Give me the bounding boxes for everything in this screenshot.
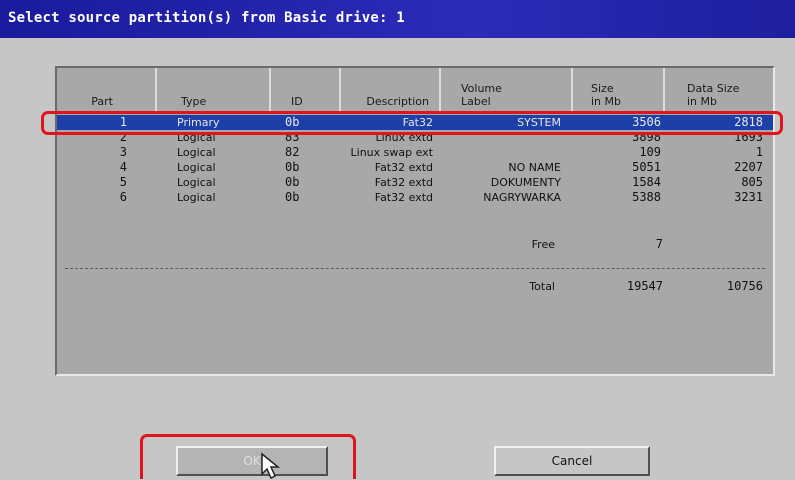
column-header-line1: Data Size [687,82,740,95]
column-header-line1 [291,82,339,95]
column-header-line2: Type [181,95,207,108]
column-header-volume-label: Volume Label [441,68,573,112]
cell-id: 82 [285,145,300,159]
table-row[interactable]: 4 Logical 0b Fat32 extd NO NAME 5051 2207 [57,160,773,175]
column-header-line1 [57,82,113,95]
cell-part: 3 [119,145,127,159]
column-header-line1: Size [591,82,614,95]
cell-description: Fat32 extd [374,161,433,174]
cell-volume-label: DOKUMENTY [490,176,561,189]
table-row[interactable]: 5 Logical 0b Fat32 extd DOKUMENTY 1584 805 [57,175,773,190]
total-data-size: 10756 [726,279,763,293]
total-size: 19547 [626,279,663,293]
column-header-description: Description [341,68,441,112]
mouse-pointer-icon [261,452,281,480]
column-header-part: Part [57,68,157,112]
cell-data-size: 3231 [734,190,763,204]
cancel-button[interactable]: Cancel [494,446,650,476]
column-header-data-size: Data Size in Mb [665,68,773,112]
cell-type: Logical [177,191,216,204]
cell-part: 6 [119,190,127,204]
cell-id: 0b [285,160,300,174]
table-row[interactable]: 6 Logical 0b Fat32 extd NAGRYWARKA 5388 3231 [57,190,773,205]
total-separator [65,268,765,269]
column-header-line2: ID [291,95,303,108]
column-header-type: Type [157,68,271,112]
cell-data-size: 805 [741,175,763,189]
window-title: Select source partition(s) from Basic dr… [8,10,405,26]
column-header-line2: in Mb [591,95,621,108]
title-bar: Select source partition(s) from Basic dr… [0,0,795,38]
total-label: Total [529,280,555,293]
column-header-line1 [341,82,429,95]
free-row: Free 7 [57,237,773,252]
column-header-line2: in Mb [687,95,717,108]
cell-description: Linux swap ext [350,146,433,159]
cell-part: 4 [119,160,127,174]
cell-type: Logical [177,161,216,174]
column-header-id: ID [271,68,341,112]
cell-size: 1584 [632,175,661,189]
cell-description: Fat32 extd [374,176,433,189]
free-label: Free [531,238,555,251]
cell-part: 5 [119,175,127,189]
cell-description: Fat32 extd [374,191,433,204]
free-size: 7 [655,237,663,251]
cell-volume-label: NAGRYWARKA [483,191,561,204]
cell-id: 0b [285,175,300,189]
cell-size: 5051 [632,160,661,174]
cell-type: Logical [177,176,216,189]
cell-id: 0b [285,190,300,204]
column-header-line2: Label [461,95,491,108]
selected-row-highlight [41,111,783,135]
column-header-line1: Volume [461,82,502,95]
column-header-line1 [181,82,269,95]
cell-volume-label [441,145,561,160]
cell-volume-label: NO NAME [508,161,561,174]
cell-size: 109 [639,145,661,159]
column-header-line2: Description [366,95,429,108]
column-header-size: Size in Mb [573,68,665,112]
column-header-line2: Part [91,95,113,108]
cell-data-size: 1 [755,145,763,159]
table-row[interactable]: 3 Logical 82 Linux swap ext 109 1 [57,145,773,160]
cell-size: 5388 [632,190,661,204]
total-row: Total 19547 10756 [57,279,773,294]
cell-data-size: 2207 [734,160,763,174]
ok-button-highlight [140,434,356,479]
cell-type: Logical [177,146,216,159]
